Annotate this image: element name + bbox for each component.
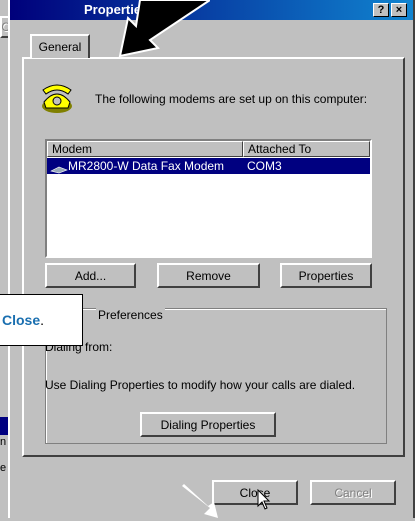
- callout-text: Close: [2, 312, 41, 328]
- modem-list[interactable]: Modem Attached To MR2800-W Data Fax Mode…: [45, 139, 372, 258]
- pointer-arrow-bottom: [180, 484, 220, 518]
- properties-button[interactable]: Properties: [280, 263, 372, 288]
- pointer-arrow-top: [100, 0, 212, 60]
- mouse-cursor-icon: [257, 488, 271, 514]
- attached-to-cell: COM3: [247, 159, 282, 173]
- background-selection-strip: [0, 417, 8, 435]
- intro-text: The following modems are set up on this …: [95, 92, 368, 106]
- add-button[interactable]: Add...: [45, 263, 136, 288]
- close-button[interactable]: Close: [212, 480, 298, 505]
- callout-period: .: [40, 312, 45, 328]
- background-text-2: e: [0, 462, 7, 474]
- instruction-callout: Close.: [0, 294, 83, 346]
- help-button[interactable]: ?: [373, 3, 389, 17]
- background-text-1: n: [0, 436, 7, 448]
- modem-name-cell: MR2800-W Data Fax Modem: [68, 159, 225, 173]
- column-header-modem[interactable]: Modem: [47, 141, 243, 157]
- table-row[interactable]: MR2800-W Data Fax Modem COM3: [47, 158, 370, 174]
- modem-icon: [50, 162, 68, 178]
- tab-general[interactable]: General: [30, 34, 90, 58]
- modem-phone-icon: [40, 80, 74, 114]
- close-icon[interactable]: ×: [391, 3, 407, 17]
- modem-properties-window: Properties ? × General The following mod…: [8, 0, 415, 518]
- remove-button[interactable]: Remove: [157, 263, 260, 288]
- title-bar[interactable]: Properties ? ×: [10, 0, 413, 20]
- column-header-attached-to[interactable]: Attached To: [243, 141, 370, 157]
- dialing-description: Use Dialing Properties to modify how you…: [45, 378, 356, 392]
- dialing-properties-button[interactable]: Dialing Properties: [140, 412, 276, 437]
- cancel-button[interactable]: Cancel: [310, 480, 396, 505]
- group-label: Preferences: [96, 308, 165, 322]
